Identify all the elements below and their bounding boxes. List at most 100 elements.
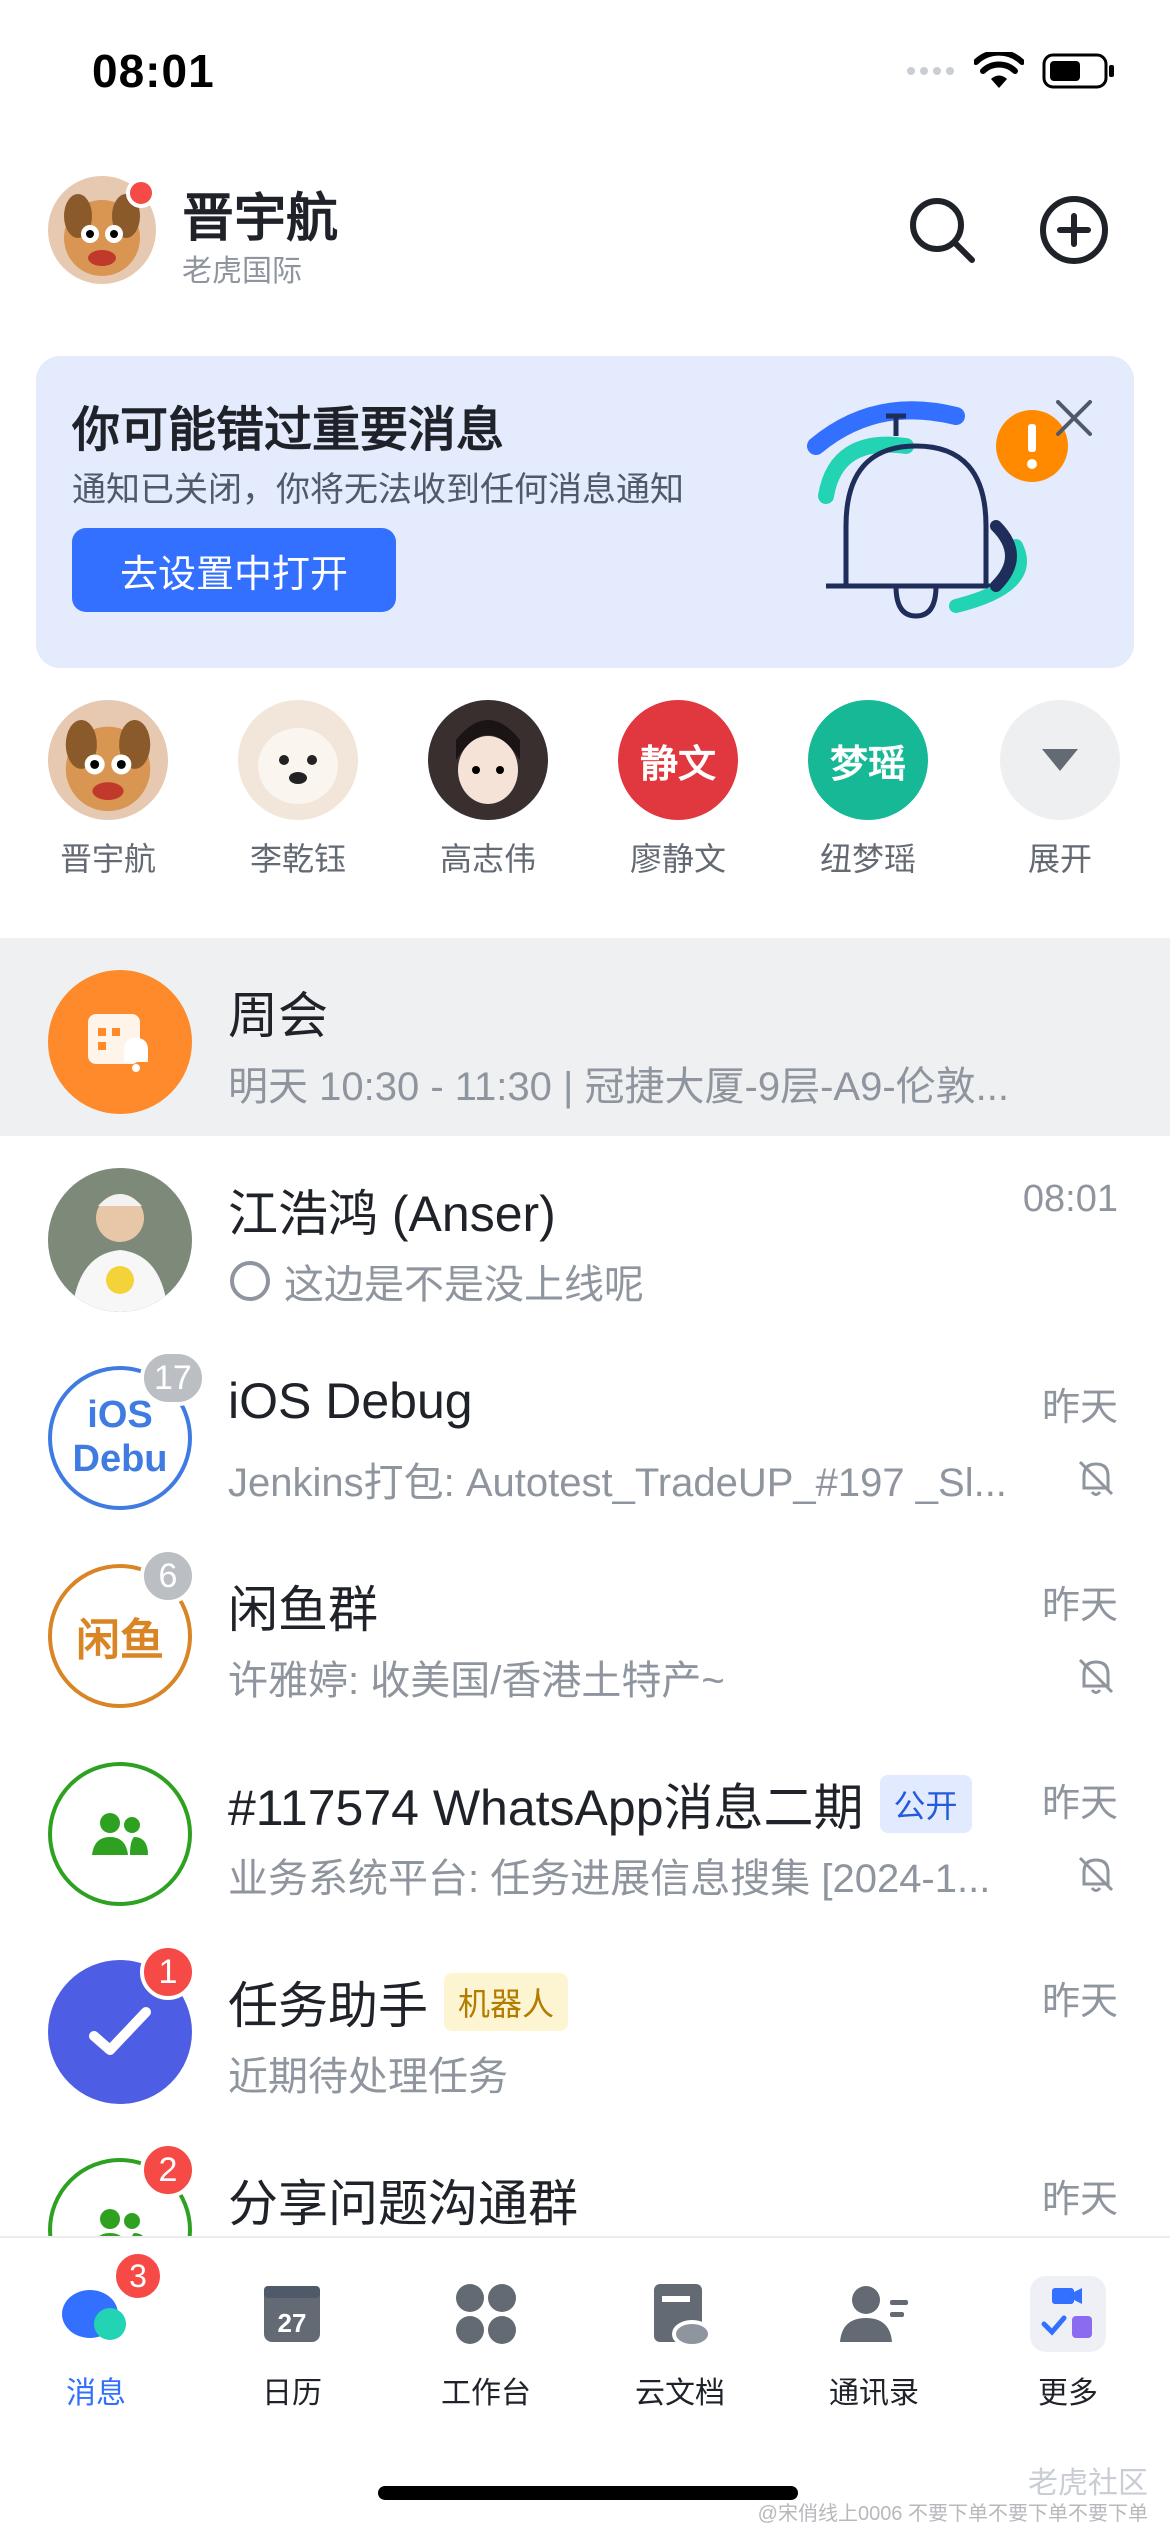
wifi-icon [974,52,1024,88]
person-photo-avatar [48,1168,192,1312]
calendar-glyph: 27 [264,2286,320,2342]
contacts-icon [834,2274,914,2354]
chat-title: 闲鱼群 [228,1570,378,1642]
unread-circle-icon [230,1261,270,1301]
chat-avatar [48,1762,192,1906]
mute-bell-icon [1078,1460,1114,1496]
chat-title: iOS Debug [228,1372,473,1430]
contact-item[interactable]: 晋宇航 [33,700,183,880]
messages-icon: 3 [56,2250,164,2354]
chat-title: #117574 WhatsApp消息二期 公开 [228,1768,972,1840]
expand-avatar [1000,700,1120,820]
chat-title-text: 周会 [228,988,328,1044]
chat-title-text: iOS Debug [228,1373,473,1429]
chat-title-text: 分享问题沟通群 [228,2176,578,2232]
contact-name: 晋宇航 [59,841,156,877]
watermark-footer: @宋俏线上0006 不要下单不要下单不要下单 [757,2503,1148,2525]
tab-label: 工作台 [441,2377,531,2410]
public-tag: 公开 [879,1775,972,1833]
chat-row[interactable]: #117574 WhatsApp消息二期 公开 业务系统平台: 任务进展信息搜集… [0,1730,1170,1928]
user-name: 晋宇航 [182,190,339,248]
tab-label: 云文档 [635,2377,725,2410]
chat-title: 江浩鸿 (Anser) [228,1174,556,1246]
contact-item[interactable]: 高志伟 [413,700,563,880]
bot-tag: 机器人 [444,1973,569,2031]
watermark: 老虎社区 @宋俏线上0006 不要下单不要下单不要下单 [758,2466,1148,2526]
battery-icon [1042,53,1114,89]
chat-time: 08:01 [1022,1178,1118,1220]
chat-time: 昨天 [1041,1387,1118,1429]
chat-preview: 这边是不是没上线呢 [228,1252,1098,1310]
close-icon[interactable] [1050,394,1098,442]
tab-messages[interactable]: 3 消息 [16,2250,176,2412]
chat-preview: 许雅婷: 收美国/香港土特产~ [228,1659,725,1703]
header: 晋宇航 老虎国际 [0,160,1170,310]
chat-row[interactable]: 江浩鸿 (Anser) 这边是不是没上线呢 08:01 [0,1136,1170,1334]
tab-badge: 3 [112,2250,164,2302]
tab-more[interactable]: 更多 [988,2274,1148,2412]
chat-title: 任务助手 机器人 [228,1966,569,2038]
org-name: 老虎国际 [182,255,302,288]
chat-title-text: #117574 WhatsApp消息二期 [228,1780,864,1836]
person-glyph [840,2286,908,2342]
more-glyph [1030,2276,1106,2352]
task-check-icon [89,2007,151,2055]
banner-subtitle: 通知已关闭，你将无法收到任何消息通知 [72,471,684,509]
chat-preview: Jenkins打包: Autotest_TradeUP_#197 _Sl... [228,1461,1007,1505]
chat-preview: 明天 10:30 - 11:30 | 冠捷大厦-9层-A9-伦敦... [228,1065,1009,1109]
mute-bell-icon [1078,1658,1114,1694]
chat-time: 昨天 [1041,1783,1118,1825]
home-indicator [378,2486,798,2500]
contact-avatar: 静文 [618,700,738,820]
bell-alert-icon [807,401,1068,619]
tab-label: 通讯录 [829,2377,919,2410]
chat-title: 分享问题沟通群 [228,2164,578,2236]
grid-apps-icon [446,2274,526,2354]
contact-item[interactable]: 梦瑶 纽梦瑶 [793,700,943,880]
open-settings-button[interactable]: 去设置中打开 [72,528,396,612]
expand-contacts-button[interactable]: 展开 [985,700,1135,880]
unread-badge: 6 [140,1548,196,1604]
tab-label: 更多 [1038,2377,1098,2410]
chat-time: 昨天 [1041,2179,1118,2221]
unread-badge: 2 [140,2142,196,2198]
chat-row[interactable]: iOS Debu 17 iOS Debug Jenkins打包: Autotes… [0,1334,1170,1532]
status-bar: 08:01 [0,0,1170,140]
add-icon[interactable] [1034,190,1114,270]
calendar-event-avatar [48,970,192,1114]
more-apps-icon [1028,2274,1108,2354]
group-people-icon [92,1813,148,1855]
chat-preview: 近期待处理任务 [228,2055,508,2099]
tab-calendar[interactable]: 27 日历 [212,2274,372,2412]
search-icon[interactable] [902,190,982,270]
tab-workplace[interactable]: 工作台 [406,2274,566,2412]
signal-icon [907,67,954,75]
grid-glyph [456,2284,516,2344]
chat-row[interactable]: 闲鱼 6 闲鱼群 许雅婷: 收美国/香港土特产~ 昨天 [0,1532,1170,1730]
chat-preview: 业务系统平台: 任务进展信息搜集 [2024-1... [228,1857,991,1901]
tab-contacts[interactable]: 通讯录 [794,2274,954,2412]
chat-title: 周会 [228,976,328,1048]
doc-glyph [654,2284,712,2348]
notification-dot [126,178,156,208]
mute-bell-icon [1078,1856,1114,1892]
chat-title-text: 闲鱼群 [228,1582,378,1638]
contact-avatar: 梦瑶 [808,700,928,820]
chat-avatar [48,1168,192,1312]
chat-time: 昨天 [1041,1981,1118,2023]
chat-title-text: 任务助手 [228,1978,428,2034]
anime-avatar-image [456,720,520,804]
calendar-icon: 27 [252,2274,332,2354]
group-avatar-text: 闲鱼 [76,1616,164,1665]
triangle-down-icon [1042,749,1078,771]
chat-row[interactable]: 周会 明天 10:30 - 11:30 | 冠捷大厦-9层-A9-伦敦... [0,938,1170,1136]
chat-row[interactable]: 1 任务助手 机器人 近期待处理任务 昨天 [0,1928,1170,2126]
tab-docs[interactable]: 云文档 [600,2274,760,2412]
chat-preview-text: 这边是不是没上线呢 [284,1263,644,1307]
contact-item[interactable]: 静文 廖静文 [603,700,753,880]
contact-item[interactable]: 李乾钰 [223,700,373,880]
contact-avatar [238,700,358,820]
notification-banner: 你可能错过重要消息 通知已关闭，你将无法收到任何消息通知 去设置中打开 [36,356,1134,668]
unread-badge: 1 [140,1944,196,2000]
unread-badge: 17 [140,1350,206,1406]
